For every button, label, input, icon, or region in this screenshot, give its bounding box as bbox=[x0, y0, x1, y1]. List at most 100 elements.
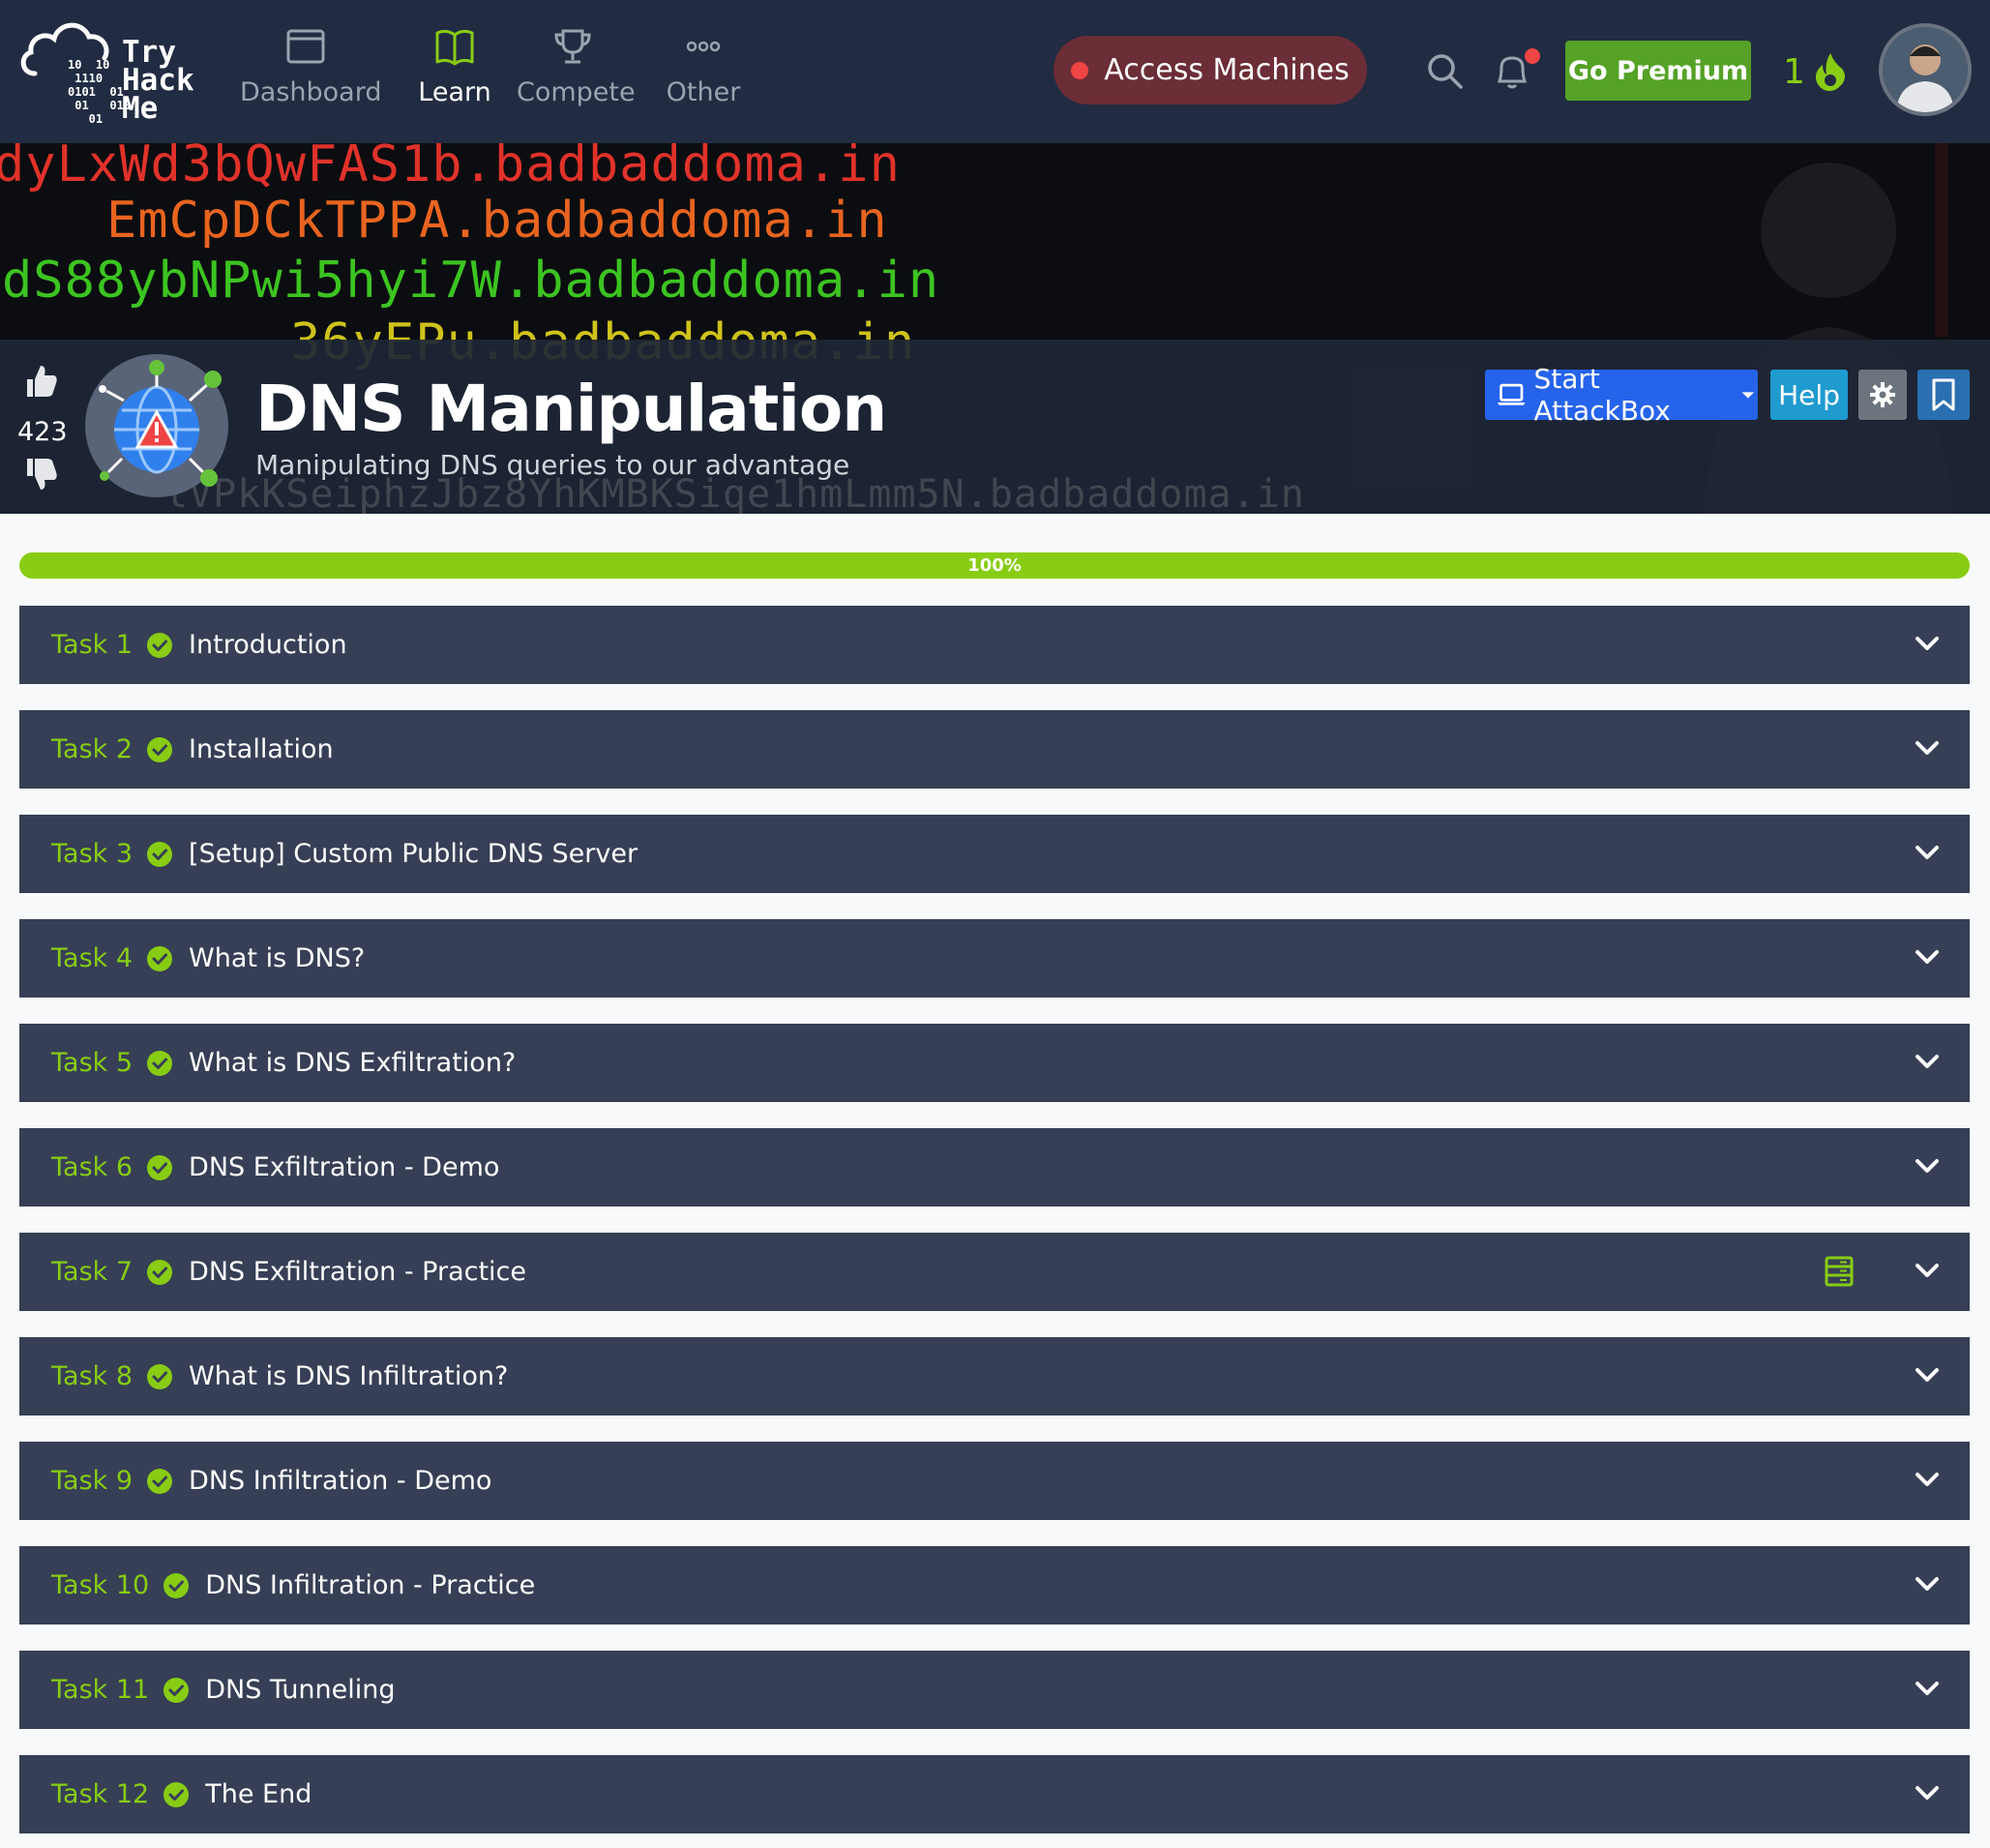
task-title: DNS Infiltration - Demo bbox=[189, 1466, 492, 1496]
task-row[interactable]: Task 1 Introduction bbox=[19, 606, 1970, 684]
task-row[interactable]: Task 10 DNS Infiltration - Practice bbox=[19, 1546, 1970, 1624]
check-circle-icon bbox=[147, 736, 173, 762]
chevron-down-icon bbox=[1916, 846, 1939, 859]
room-subtitle: Manipulating DNS queries to our advantag… bbox=[255, 449, 850, 481]
task-number: Task 3 bbox=[51, 839, 134, 869]
check-circle-icon bbox=[147, 945, 173, 971]
access-machines-button[interactable]: Access Machines bbox=[1054, 36, 1367, 104]
user-avatar[interactable] bbox=[1879, 23, 1972, 116]
status-dot bbox=[1071, 61, 1089, 79]
nav-compete[interactable]: Compete bbox=[517, 25, 636, 112]
task-number: Task 6 bbox=[51, 1152, 134, 1182]
gear-icon bbox=[1870, 382, 1895, 407]
settings-button[interactable] bbox=[1858, 370, 1907, 420]
search-icon[interactable] bbox=[1420, 46, 1469, 95]
room-progress-bar: 100% bbox=[19, 552, 1970, 579]
chevron-down-icon bbox=[1916, 1159, 1939, 1173]
bookmark-button[interactable] bbox=[1917, 370, 1970, 420]
notification-dot bbox=[1525, 48, 1540, 64]
check-circle-icon bbox=[147, 1050, 173, 1076]
task-number: Task 7 bbox=[51, 1257, 134, 1287]
chevron-down-icon bbox=[1916, 741, 1939, 755]
room-title: DNS Manipulation bbox=[255, 372, 887, 446]
nav-learn[interactable]: Learn bbox=[406, 25, 503, 112]
banner-text-line: dS88ybNPwi5hyi7W.badbaddoma.in bbox=[2, 252, 940, 310]
task-title: What is DNS Infiltration? bbox=[189, 1361, 509, 1391]
start-attackbox-button[interactable]: Start AttackBox bbox=[1485, 363, 1758, 427]
trophy-icon bbox=[554, 29, 591, 64]
banner-text-line: dyLxWd3bQwFAS1b.badbaddoma.in bbox=[0, 143, 901, 194]
task-title: [Setup] Custom Public DNS Server bbox=[189, 839, 639, 869]
banner-text-line: EmCpDCkTPPA.badbaddoma.in bbox=[106, 192, 888, 250]
task-number: Task 8 bbox=[51, 1361, 134, 1391]
fire-icon bbox=[1815, 53, 1845, 91]
chevron-down-icon bbox=[1916, 1055, 1939, 1068]
streak-counter[interactable]: 1 bbox=[1783, 43, 1848, 101]
task-title: DNS Exfiltration - Practice bbox=[189, 1257, 527, 1287]
server-icon[interactable] bbox=[1825, 1256, 1854, 1287]
task-row[interactable]: Task 3 [Setup] Custom Public DNS Server bbox=[19, 815, 1970, 893]
go-premium-button[interactable]: Go Premium bbox=[1565, 41, 1751, 101]
check-circle-icon bbox=[147, 632, 173, 658]
task-row[interactable]: Task 7 DNS Exfiltration - Practice bbox=[19, 1233, 1970, 1311]
thumbs-up-icon[interactable] bbox=[21, 362, 60, 401]
room-icon bbox=[85, 354, 228, 497]
chevron-down-icon bbox=[1916, 1473, 1939, 1486]
laptop-icon bbox=[1497, 383, 1526, 405]
task-number: Task 11 bbox=[51, 1675, 150, 1705]
help-button[interactable]: Help bbox=[1770, 370, 1848, 420]
check-circle-icon bbox=[147, 1154, 173, 1180]
task-row[interactable]: Task 12 The End bbox=[19, 1755, 1970, 1833]
task-row[interactable]: Task 9 DNS Infiltration - Demo bbox=[19, 1442, 1970, 1520]
task-row[interactable]: Task 2 Installation bbox=[19, 710, 1970, 789]
task-title: DNS Tunneling bbox=[205, 1675, 396, 1705]
thumbs-down-icon[interactable] bbox=[21, 455, 60, 493]
check-circle-icon bbox=[163, 1781, 190, 1807]
task-title: What is DNS? bbox=[189, 943, 366, 973]
task-row[interactable]: Task 11 DNS Tunneling bbox=[19, 1651, 1970, 1729]
caret-down-icon bbox=[1741, 392, 1755, 399]
task-number: Task 2 bbox=[51, 734, 134, 764]
task-row[interactable]: Task 8 What is DNS Infiltration? bbox=[19, 1337, 1970, 1416]
check-circle-icon bbox=[163, 1677, 190, 1703]
chevron-down-icon bbox=[1916, 1786, 1939, 1800]
bookmark-icon bbox=[1932, 378, 1955, 411]
likes-count: 423 bbox=[17, 417, 68, 447]
task-number: Task 9 bbox=[51, 1466, 134, 1496]
task-number: Task 5 bbox=[51, 1048, 134, 1078]
chevron-down-icon bbox=[1916, 1264, 1939, 1277]
top-navbar: 10 10 1110 0101 01 01 010 01 Try Hack Me… bbox=[0, 0, 1990, 143]
task-title: What is DNS Exfiltration? bbox=[189, 1048, 517, 1078]
check-circle-icon bbox=[163, 1572, 190, 1598]
chevron-down-icon bbox=[1916, 1682, 1939, 1695]
check-circle-icon bbox=[147, 1363, 173, 1389]
check-circle-icon bbox=[147, 841, 173, 867]
task-row[interactable]: Task 4 What is DNS? bbox=[19, 919, 1970, 998]
logo-text: Try Hack Me bbox=[122, 35, 194, 126]
task-title: DNS Exfiltration - Demo bbox=[189, 1152, 500, 1182]
chevron-down-icon bbox=[1916, 950, 1939, 964]
more-icon bbox=[686, 41, 721, 52]
task-number: Task 12 bbox=[51, 1779, 150, 1809]
task-title: Introduction bbox=[189, 630, 347, 660]
chevron-down-icon bbox=[1916, 637, 1939, 650]
nav-dashboard[interactable]: Dashboard bbox=[240, 25, 381, 112]
avatar-image bbox=[1883, 27, 1968, 112]
nav-other[interactable]: Other bbox=[660, 25, 747, 112]
chevron-down-icon bbox=[1916, 1577, 1939, 1591]
book-icon bbox=[435, 29, 474, 66]
task-list: Task 1 Introduction Task 2 Installation Task… bbox=[19, 606, 1970, 1848]
check-circle-icon bbox=[147, 1468, 173, 1494]
task-row[interactable]: Task 6 DNS Exfiltration - Demo bbox=[19, 1128, 1970, 1207]
task-row[interactable]: Task 5 What is DNS Exfiltration? bbox=[19, 1024, 1970, 1102]
tryhackme-logo[interactable]: 10 10 1110 0101 01 01 010 01 Try Hack Me bbox=[17, 15, 211, 127]
task-title: The End bbox=[205, 1779, 312, 1809]
task-number: Task 4 bbox=[51, 943, 134, 973]
task-number: Task 1 bbox=[51, 630, 134, 660]
check-circle-icon bbox=[147, 1259, 173, 1285]
room-rating: 423 bbox=[17, 362, 68, 500]
task-number: Task 10 bbox=[51, 1570, 150, 1600]
task-title: DNS Infiltration - Practice bbox=[205, 1570, 536, 1600]
dashboard-icon bbox=[286, 29, 325, 64]
task-title: Installation bbox=[189, 734, 334, 764]
